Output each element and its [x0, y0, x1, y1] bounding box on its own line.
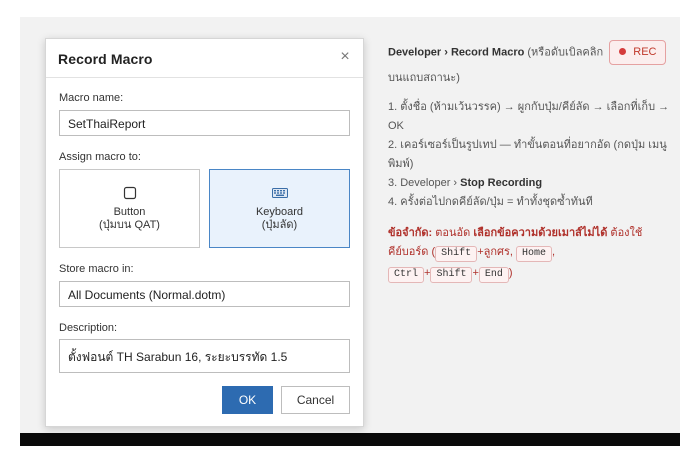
close-icon[interactable]: ×	[337, 49, 353, 65]
dialog-title: Record Macro	[58, 51, 153, 67]
help-path-tail: บนแถบสถานะ)	[388, 72, 460, 84]
cancel-button[interactable]: Cancel	[281, 386, 350, 414]
limitation-note: ข้อจำกัด: ตอนอัด เลือกข้อความด้วยเมาส์ไม…	[388, 224, 673, 285]
warn-text-1: ตอนอัด	[435, 227, 471, 239]
kbd-shift: Shift	[435, 246, 478, 262]
help-path-bold: Developer › Record Macro	[388, 46, 525, 59]
kbd-end: End	[478, 267, 509, 283]
title-divider	[46, 77, 363, 78]
assign-button-option[interactable]: Button (ปุ่มบน QAT)	[59, 169, 200, 248]
record-macro-dialog: Record Macro × Macro name: SetThaiReport…	[45, 38, 364, 427]
kbd-shift-2: Shift	[430, 267, 473, 283]
record-dot-icon	[619, 47, 627, 55]
macro-name-input[interactable]: SetThaiReport	[59, 110, 350, 136]
warn-bold-1: ข้อจำกัด:	[388, 227, 433, 239]
help-panel: Developer › Record Macro (หรือดับเบิลคลิ…	[388, 40, 673, 285]
help-path-line: Developer › Record Macro (หรือดับเบิลคลิ…	[388, 40, 673, 65]
kbd-ctrl: Ctrl	[388, 267, 425, 283]
assign-keyboard-option[interactable]: Keyboard (ปุ่มลัด)	[209, 169, 350, 248]
button-option-label: Button	[113, 206, 146, 218]
help-path-rest: (หรือดับเบิลคลิก	[527, 46, 604, 59]
description-input[interactable]: ตั้งฟอนต์ TH Sarabun 16, ระยะบรรทัด 1.5	[59, 339, 350, 373]
warn-arrows: +ลูกศร,	[477, 246, 513, 258]
help-step-1: 1. ตั้งชื่อ (ห้ามเว้นวรรค) → ผูกกับปุ่ม/…	[388, 101, 670, 132]
warn-bold-2: เลือกข้อความด้วยเมาส์ไม่ได้	[473, 227, 608, 239]
assign-label: Assign macro to:	[59, 151, 141, 163]
button-option-sublabel: (ปุ่มบน QAT)	[99, 219, 160, 231]
keyboard-option-label: Keyboard	[255, 206, 304, 218]
warn-comma: ,	[552, 246, 556, 258]
description-label: Description:	[59, 322, 118, 334]
help-step-3: 3. Developer › Stop Recording	[388, 174, 673, 193]
bottom-bar	[20, 433, 680, 446]
kbd-home: Home	[516, 246, 553, 262]
help-step-2: 2. เคอร์เซอร์เป็นรูปเทป — ทำขั้นตอนที่อย…	[388, 139, 667, 170]
help-step-4: 4. ครั้งต่อไปกดคีย์ลัด/ปุ่ม = ทำทั้งชุดซ…	[388, 196, 593, 208]
keyboard-icon	[271, 188, 288, 198]
keyboard-option-sublabel: (ปุ่มลัด)	[261, 219, 298, 231]
macro-name-label: Macro name:	[59, 92, 124, 104]
ok-button[interactable]: OK	[222, 386, 273, 414]
button-icon	[123, 186, 136, 200]
rec-badge: REC	[609, 40, 667, 65]
store-macro-select[interactable]: All Documents (Normal.dotm)	[59, 281, 350, 307]
help-step-3-pre: 3. Developer ›	[388, 177, 458, 189]
plus-2: +	[472, 267, 479, 279]
help-step-3-bold: Stop Recording	[460, 177, 543, 189]
rec-label: REC	[633, 46, 657, 58]
store-macro-label: Store macro in:	[59, 263, 134, 275]
close-paren: )	[508, 267, 513, 279]
